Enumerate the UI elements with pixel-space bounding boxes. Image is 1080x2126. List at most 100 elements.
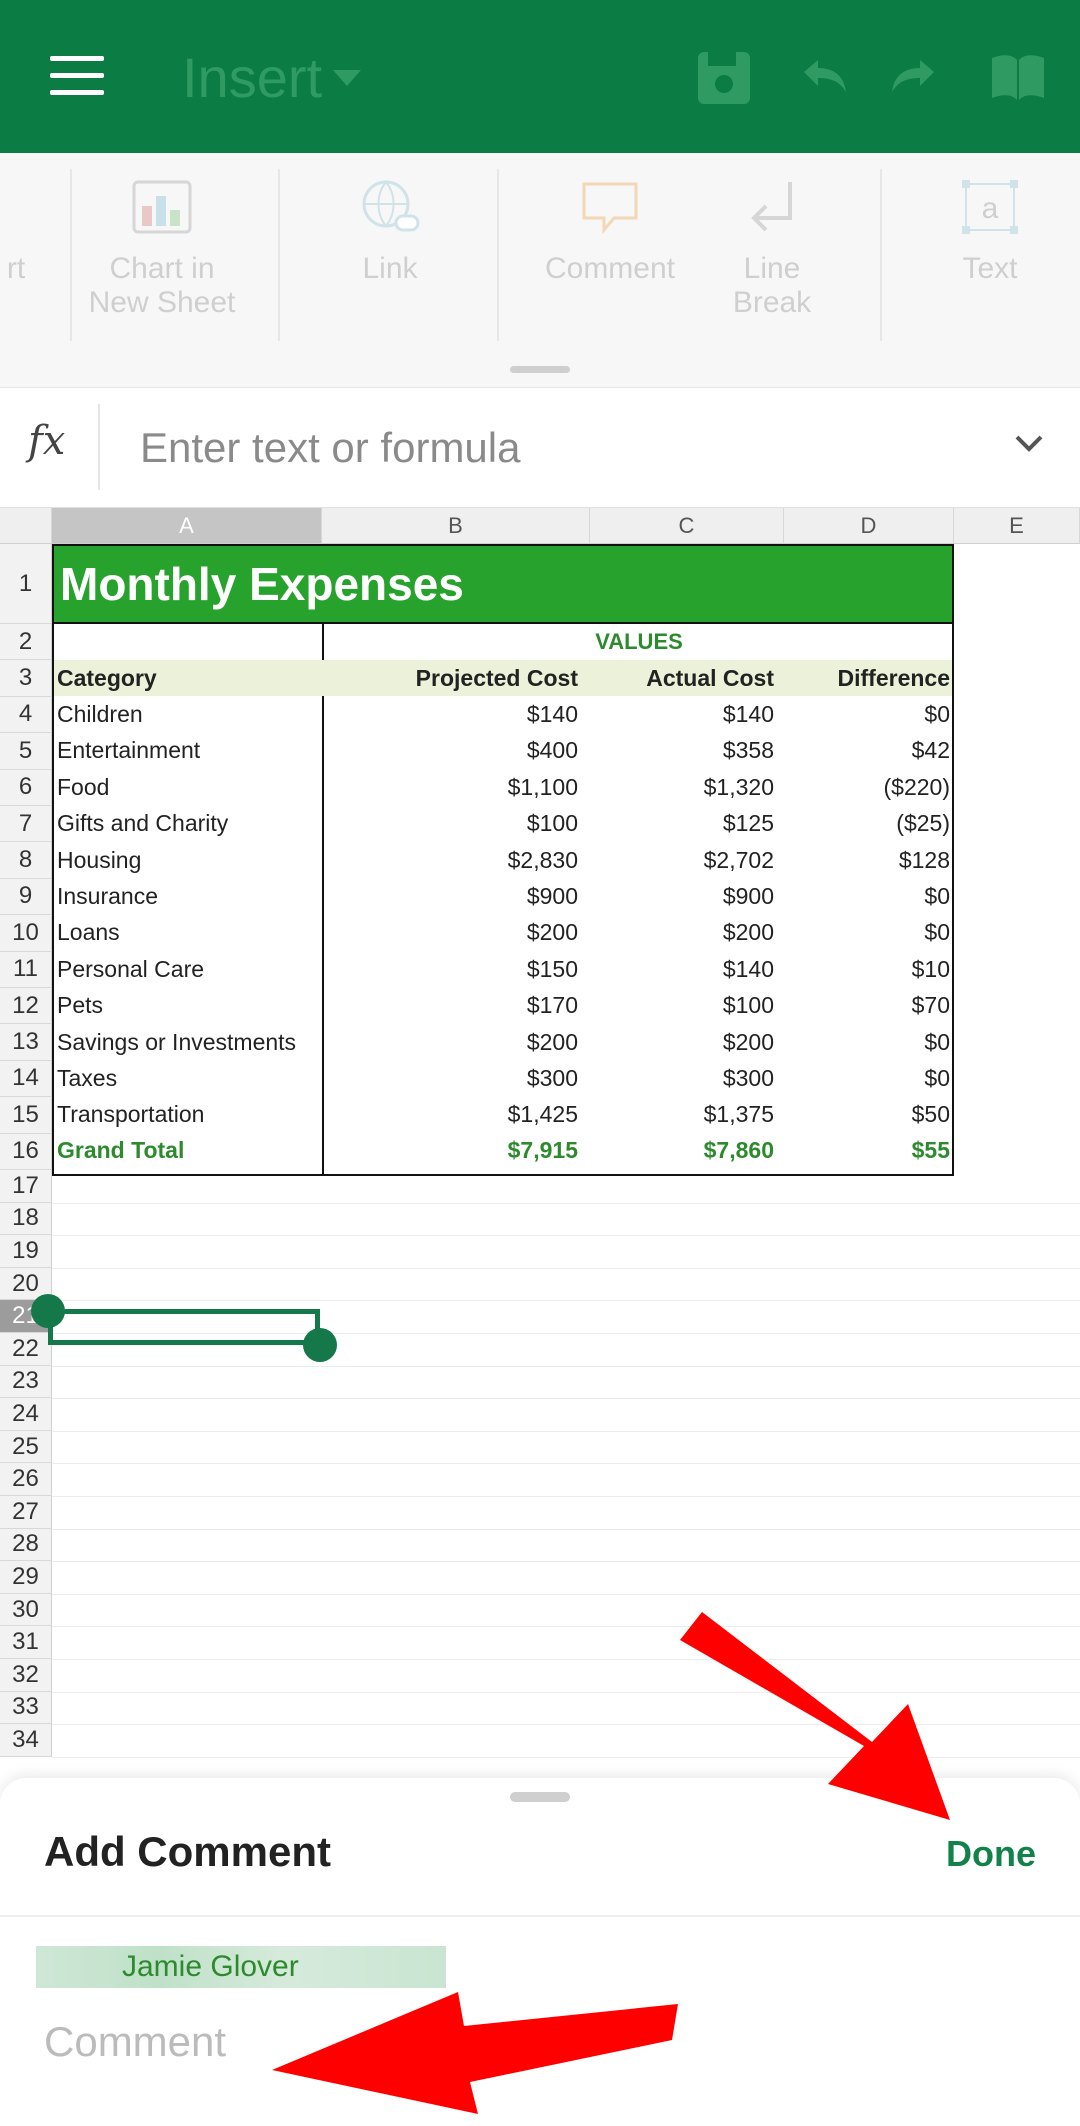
header-category[interactable]: Category (57, 660, 157, 697)
values-header[interactable]: VALUES (324, 624, 954, 660)
row-header-9[interactable]: 9 (0, 878, 52, 916)
comment-button[interactable]: Comment (530, 178, 690, 286)
cell-difference[interactable]: $10 (774, 951, 950, 988)
cell-category[interactable]: Gifts and Charity (57, 805, 228, 842)
row-header-32[interactable]: 32 (0, 1659, 52, 1692)
row-header-28[interactable]: 28 (0, 1528, 52, 1562)
row-header-10[interactable]: 10 (0, 915, 52, 952)
grand-total-actual[interactable]: $7,860 (578, 1132, 774, 1169)
cell-projected[interactable]: $170 (324, 987, 578, 1024)
row-header-17[interactable]: 17 (0, 1170, 52, 1203)
ribbon-tab-title[interactable]: Insert (182, 45, 322, 110)
cell-category[interactable]: Food (57, 769, 109, 806)
cell-projected[interactable]: $900 (324, 878, 578, 915)
text-box-button[interactable]: a Text (930, 178, 1050, 286)
cell-projected[interactable]: $2,830 (324, 842, 578, 879)
formula-input[interactable] (140, 418, 960, 478)
row-header-34[interactable]: 34 (0, 1724, 52, 1757)
selection-end-handle[interactable] (303, 1328, 337, 1362)
cell-actual[interactable]: $358 (578, 732, 774, 769)
row-header-3[interactable]: 3 (0, 660, 52, 697)
row-header-8[interactable]: 8 (0, 842, 52, 879)
grand-total-label[interactable]: Grand Total (57, 1132, 184, 1169)
cell-actual[interactable]: $1,320 (578, 769, 774, 806)
row-header-2[interactable]: 2 (0, 624, 52, 661)
cell-category[interactable]: Transportation (57, 1096, 204, 1133)
ribbon-drag-handle[interactable] (510, 366, 570, 373)
row-header-14[interactable]: 14 (0, 1060, 52, 1098)
cell-category[interactable]: Housing (57, 842, 141, 879)
menu-icon[interactable] (50, 56, 104, 96)
row-header-31[interactable]: 31 (0, 1626, 52, 1659)
chevron-down-icon[interactable] (333, 70, 361, 86)
line-break-button[interactable]: Line Break (712, 178, 832, 320)
cell-projected[interactable]: $140 (324, 696, 578, 733)
row-header-27[interactable]: 27 (0, 1496, 52, 1529)
cell-projected[interactable]: $400 (324, 732, 578, 769)
grand-total-projected[interactable]: $7,915 (324, 1132, 578, 1169)
cell-difference[interactable]: $0 (774, 914, 950, 951)
cell-projected[interactable]: $200 (324, 1024, 578, 1061)
cell-category[interactable]: Loans (57, 914, 120, 951)
row-header-25[interactable]: 25 (0, 1430, 52, 1464)
cell-difference[interactable]: $0 (774, 1024, 950, 1061)
cell-projected[interactable]: $150 (324, 951, 578, 988)
sheet-drag-handle[interactable] (510, 1792, 570, 1802)
row-header-7[interactable]: 7 (0, 806, 52, 843)
cell-category[interactable]: Personal Care (57, 951, 204, 988)
cell-actual[interactable]: $300 (578, 1060, 774, 1097)
row-header-19[interactable]: 19 (0, 1235, 52, 1268)
comment-input[interactable] (44, 2018, 1034, 2088)
cell-actual[interactable]: $200 (578, 914, 774, 951)
header-difference[interactable]: Difference (774, 660, 950, 697)
cell-projected[interactable]: $1,100 (324, 769, 578, 806)
redo-icon[interactable] (888, 50, 948, 106)
row-header-11[interactable]: 11 (0, 951, 52, 988)
done-button[interactable]: Done (946, 1833, 1036, 1875)
cell-difference[interactable]: $0 (774, 1060, 950, 1097)
header-actual-cost[interactable]: Actual Cost (578, 660, 774, 697)
row-header-4[interactable]: 4 (0, 696, 52, 734)
row-header-6[interactable]: 6 (0, 769, 52, 806)
cell-actual[interactable]: $1,375 (578, 1096, 774, 1133)
cell-category[interactable]: Entertainment (57, 732, 200, 769)
cell-difference[interactable]: $50 (774, 1096, 950, 1133)
grand-total-difference[interactable]: $55 (774, 1132, 950, 1169)
row-header-22[interactable]: 22 (0, 1333, 52, 1366)
save-icon[interactable] (694, 50, 754, 106)
corner-cell[interactable] (0, 508, 52, 544)
column-header-e[interactable]: E (954, 508, 1080, 544)
chevron-down-icon[interactable] (1014, 434, 1044, 454)
cell-difference[interactable]: $70 (774, 987, 950, 1024)
cell-difference[interactable]: $42 (774, 732, 950, 769)
cell-difference[interactable]: $128 (774, 842, 950, 879)
cell-difference[interactable]: ($220) (774, 769, 950, 806)
spreadsheet-grid[interactable]: A B C D E 1 2 3 4 5 6 7 8 9 10 11 12 13 14 15 16 17 18 19 2… (0, 508, 1080, 1778)
cell-actual[interactable]: $140 (578, 696, 774, 733)
row-header-16[interactable]: 16 (0, 1133, 52, 1170)
row-header-30[interactable]: 30 (0, 1593, 52, 1627)
cell-actual[interactable]: $140 (578, 951, 774, 988)
row-header-13[interactable]: 13 (0, 1024, 52, 1061)
ribbon-item-partial[interactable]: rt (0, 178, 36, 286)
row-header-18[interactable]: 18 (0, 1202, 52, 1236)
cell-category[interactable]: Taxes (57, 1060, 117, 1097)
cell-projected[interactable]: $1,425 (324, 1096, 578, 1133)
cell-category[interactable]: Pets (57, 987, 103, 1024)
row-header-29[interactable]: 29 (0, 1561, 52, 1594)
chart-in-new-sheet-button[interactable]: Chart in New Sheet (82, 178, 242, 320)
row-header-5[interactable]: 5 (0, 733, 52, 770)
cell-difference[interactable]: $0 (774, 878, 950, 915)
cell-actual[interactable]: $100 (578, 987, 774, 1024)
column-header-b[interactable]: B (322, 508, 590, 544)
cell-projected[interactable]: $300 (324, 1060, 578, 1097)
cell-actual[interactable]: $200 (578, 1024, 774, 1061)
cell-projected[interactable]: $200 (324, 914, 578, 951)
column-header-d[interactable]: D (784, 508, 954, 544)
cell-actual[interactable]: $125 (578, 805, 774, 842)
fx-label[interactable]: fx (28, 418, 65, 464)
read-mode-icon[interactable] (988, 50, 1048, 106)
cell-category[interactable]: Insurance (57, 878, 158, 915)
cell-selection[interactable] (48, 1309, 320, 1345)
undo-icon[interactable] (790, 50, 850, 106)
